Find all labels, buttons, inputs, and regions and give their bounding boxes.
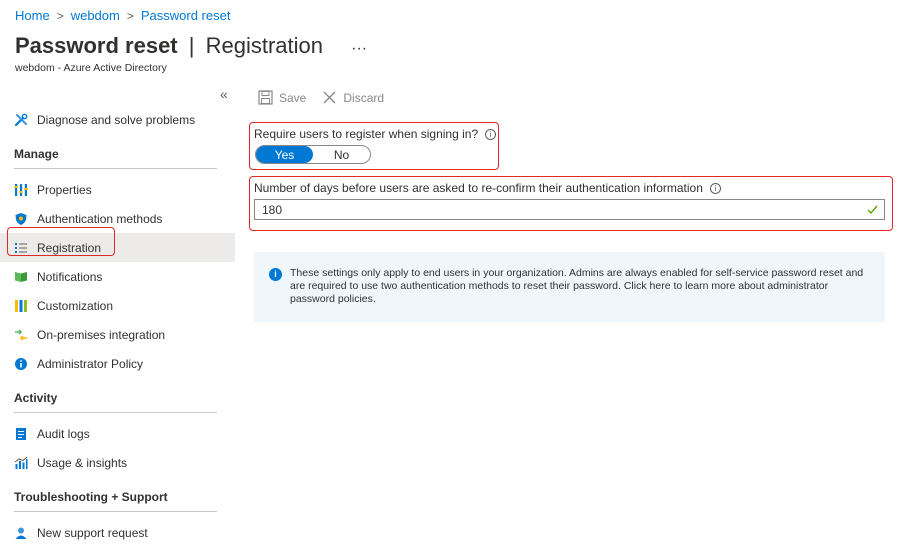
close-icon xyxy=(323,91,336,104)
support-icon xyxy=(14,526,28,540)
sidebar-item-label: Diagnose and solve problems xyxy=(37,112,196,127)
breadcrumb-tenant[interactable]: webdom xyxy=(71,8,120,23)
sidebar-item-usage-insights[interactable]: Usage & insights xyxy=(0,448,235,477)
page-title-main: Password reset xyxy=(15,33,178,58)
page-title: Password reset | Registration ··· xyxy=(15,33,367,59)
highlight-days xyxy=(249,176,893,231)
sidebar-item-notifications[interactable]: Notifications xyxy=(0,262,235,291)
highlight-require-register xyxy=(249,122,499,170)
sidebar-item-audit-logs[interactable]: Audit logs xyxy=(0,419,235,448)
page-title-separator: | xyxy=(188,33,195,58)
notifications-icon xyxy=(14,270,28,284)
sidebar-item-on-premises-integration[interactable]: On-premises integration xyxy=(0,320,235,349)
sidebar: Diagnose and solve problems Manage Prope… xyxy=(0,105,235,547)
info-banner: i These settings only apply to end users… xyxy=(254,252,885,322)
more-options-button[interactable]: ··· xyxy=(351,40,367,57)
sidebar-item-label: New support request xyxy=(37,525,148,540)
breadcrumb: Home > webdom > Password reset xyxy=(15,8,230,23)
page-subtitle: webdom - Azure Active Directory xyxy=(15,62,167,74)
info-icon xyxy=(14,357,28,371)
command-bar: Save Discard xyxy=(258,90,400,105)
save-label: Save xyxy=(279,90,307,105)
breadcrumb-home[interactable]: Home xyxy=(15,8,50,23)
sidebar-item-new-support-request[interactable]: New support request xyxy=(0,518,235,547)
sidebar-item-label: Audit logs xyxy=(37,426,90,441)
save-button[interactable]: Save xyxy=(258,90,306,105)
sidebar-item-label: Authentication methods xyxy=(37,211,163,226)
breadcrumb-separator: > xyxy=(126,8,134,23)
info-icon: i xyxy=(269,268,282,281)
sidebar-item-properties[interactable]: Properties xyxy=(0,175,235,204)
save-icon xyxy=(258,90,273,105)
info-banner-text[interactable]: These settings only apply to end users i… xyxy=(290,267,863,305)
sidebar-item-label: Notifications xyxy=(37,269,103,284)
sidebar-item-label: On-premises integration xyxy=(37,327,166,342)
sidebar-item-label: Customization xyxy=(37,298,114,313)
wrench-icon xyxy=(14,113,28,127)
highlight-registration xyxy=(7,227,115,256)
discard-label: Discard xyxy=(343,90,385,105)
chart-icon xyxy=(14,456,28,470)
sidebar-item-label: Properties xyxy=(37,182,92,197)
section-title-manage: Manage xyxy=(14,134,217,169)
sidebar-item-label: Administrator Policy xyxy=(37,356,144,371)
section-title-activity: Activity xyxy=(14,378,217,413)
breadcrumb-separator: > xyxy=(56,8,64,23)
sidebar-item-label: Usage & insights xyxy=(37,455,128,470)
sidebar-item-customization[interactable]: Customization xyxy=(0,291,235,320)
breadcrumb-current[interactable]: Password reset xyxy=(141,8,231,23)
sidebar-item-administrator-policy[interactable]: Administrator Policy xyxy=(0,349,235,378)
onprem-icon xyxy=(14,328,28,342)
discard-button[interactable]: Discard xyxy=(322,90,384,105)
page-title-sub: Registration xyxy=(205,33,323,58)
properties-icon xyxy=(14,183,28,197)
section-title-troubleshooting: Troubleshooting + Support xyxy=(14,477,217,512)
sidebar-item-diagnose[interactable]: Diagnose and solve problems xyxy=(0,105,235,134)
collapse-sidebar-button[interactable]: « xyxy=(220,86,228,102)
shield-icon xyxy=(14,212,28,226)
customization-icon xyxy=(14,299,28,313)
audit-icon xyxy=(14,427,28,441)
